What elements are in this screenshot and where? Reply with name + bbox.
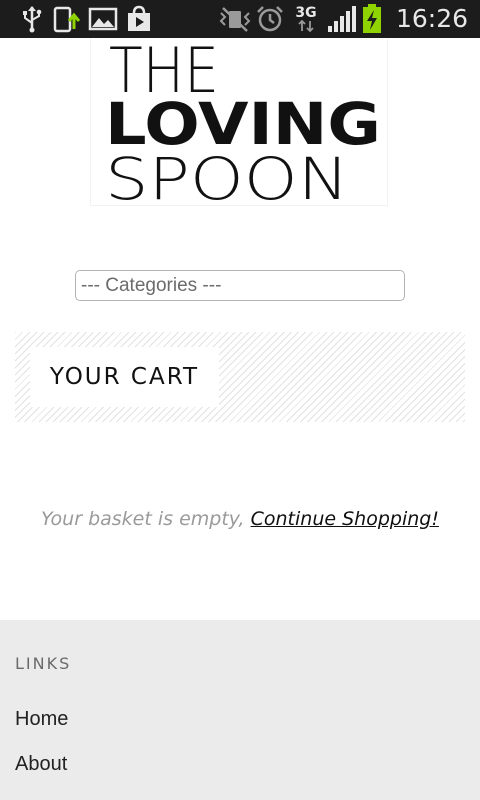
phone-upload-icon — [52, 5, 82, 33]
continue-shopping-link[interactable]: Continue Shopping! — [251, 508, 439, 530]
network-3g-icon: 3G — [292, 5, 320, 33]
status-time: 16:26 — [395, 4, 468, 33]
empty-basket-message: Your basket is empty, Continue Shopping! — [0, 508, 480, 530]
battery-charging-icon — [360, 4, 384, 33]
signal-icon — [326, 5, 358, 33]
vibrate-off-icon — [218, 5, 252, 33]
footer-link-home[interactable]: Home — [15, 708, 68, 731]
logo-line-spoon: SPOON — [105, 145, 349, 206]
status-bar: 3G 16:26 — [0, 0, 480, 38]
categories-select-value: --- Categories --- — [81, 275, 222, 296]
play-store-icon — [124, 5, 154, 33]
links-heading: LINKS — [15, 654, 72, 673]
network-type-label: 3G — [295, 5, 317, 21]
cart-banner: YOUR CART — [15, 332, 465, 422]
usb-icon — [20, 5, 44, 33]
cart-title: YOUR CART — [30, 347, 219, 407]
categories-select[interactable]: --- Categories --- — [75, 270, 405, 301]
footer-link-about[interactable]: About — [15, 753, 67, 776]
alarm-icon — [255, 5, 285, 33]
footer: LINKS Home About — [0, 620, 480, 800]
site-logo[interactable]: THE LOVING SPOON — [90, 34, 388, 213]
empty-basket-text: Your basket is empty, — [41, 508, 251, 530]
image-icon — [88, 5, 118, 33]
